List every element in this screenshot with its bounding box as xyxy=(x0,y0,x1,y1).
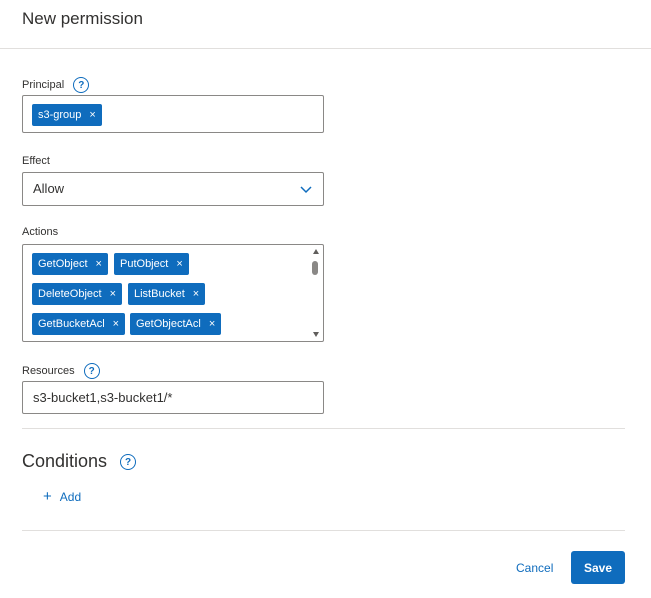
chip-remove-icon[interactable]: × xyxy=(113,318,119,330)
actions-label: Actions xyxy=(22,226,59,238)
effect-label: Effect xyxy=(22,155,50,167)
effect-selected-value: Allow xyxy=(33,181,65,196)
action-chip: GetBucketAcl × xyxy=(32,313,126,335)
actions-field[interactable]: GetObject × PutObject × DeleteObject × L… xyxy=(22,244,324,342)
principal-label: Principal xyxy=(22,78,65,91)
principal-field[interactable]: s3-group × xyxy=(22,95,324,133)
resources-help-icon[interactable]: ? xyxy=(83,363,100,379)
cancel-button[interactable]: Cancel xyxy=(516,561,553,575)
scroll-up-arrow-icon[interactable] xyxy=(313,249,319,254)
chip-remove-icon[interactable]: × xyxy=(110,288,116,300)
resources-input[interactable]: s3-bucket1,s3-bucket1/* xyxy=(22,381,324,414)
principal-help-icon[interactable]: ? xyxy=(73,77,90,93)
resources-value: s3-bucket1,s3-bucket1/* xyxy=(33,390,173,405)
add-condition-button[interactable]: + Add xyxy=(43,489,81,504)
scroll-thumb[interactable] xyxy=(312,261,318,275)
action-chip: PutObject × xyxy=(114,253,189,275)
scroll-down-arrow-icon[interactable] xyxy=(313,332,319,337)
actions-scrollbar[interactable] xyxy=(311,247,321,339)
conditions-title: Conditions xyxy=(22,451,108,471)
chevron-down-icon[interactable] xyxy=(299,182,313,196)
plus-icon: + xyxy=(43,488,52,505)
chip-label: GetObjectAcl xyxy=(136,318,201,330)
chip-label: GetBucketAcl xyxy=(38,318,105,330)
chip-remove-icon[interactable]: × xyxy=(176,258,182,270)
resources-label-row: Resources ? xyxy=(22,363,100,379)
action-chip: ListBucket × xyxy=(128,283,206,305)
effect-dropdown[interactable]: Allow xyxy=(22,172,324,206)
add-condition-label: Add xyxy=(59,489,82,504)
principal-chip: s3-group × xyxy=(32,104,102,126)
chip-label: s3-group xyxy=(38,109,82,121)
section-divider xyxy=(22,428,625,429)
chip-remove-icon[interactable]: × xyxy=(89,109,95,121)
save-button[interactable]: Save xyxy=(571,551,625,584)
chip-label: DeleteObject xyxy=(38,288,102,300)
page-title: New permission xyxy=(22,9,143,28)
chip-label: PutObject xyxy=(120,258,169,270)
chip-remove-icon[interactable]: × xyxy=(96,258,102,270)
resources-label: Resources xyxy=(22,364,75,377)
action-chip: DeleteObject × xyxy=(32,283,123,305)
chip-label: ListBucket xyxy=(134,288,185,300)
conditions-help-icon[interactable]: ? xyxy=(120,454,137,471)
principal-label-row: Principal ? xyxy=(22,77,90,93)
footer-divider xyxy=(22,530,625,531)
panel-header: New permission xyxy=(0,0,651,49)
chip-remove-icon[interactable]: × xyxy=(193,288,199,300)
chip-label: GetObject xyxy=(38,258,88,270)
chip-remove-icon[interactable]: × xyxy=(209,318,215,330)
conditions-title-row: Conditions ? xyxy=(22,451,137,472)
action-chip: GetObject × xyxy=(32,253,108,275)
action-chip: GetObjectAcl × xyxy=(130,313,222,335)
